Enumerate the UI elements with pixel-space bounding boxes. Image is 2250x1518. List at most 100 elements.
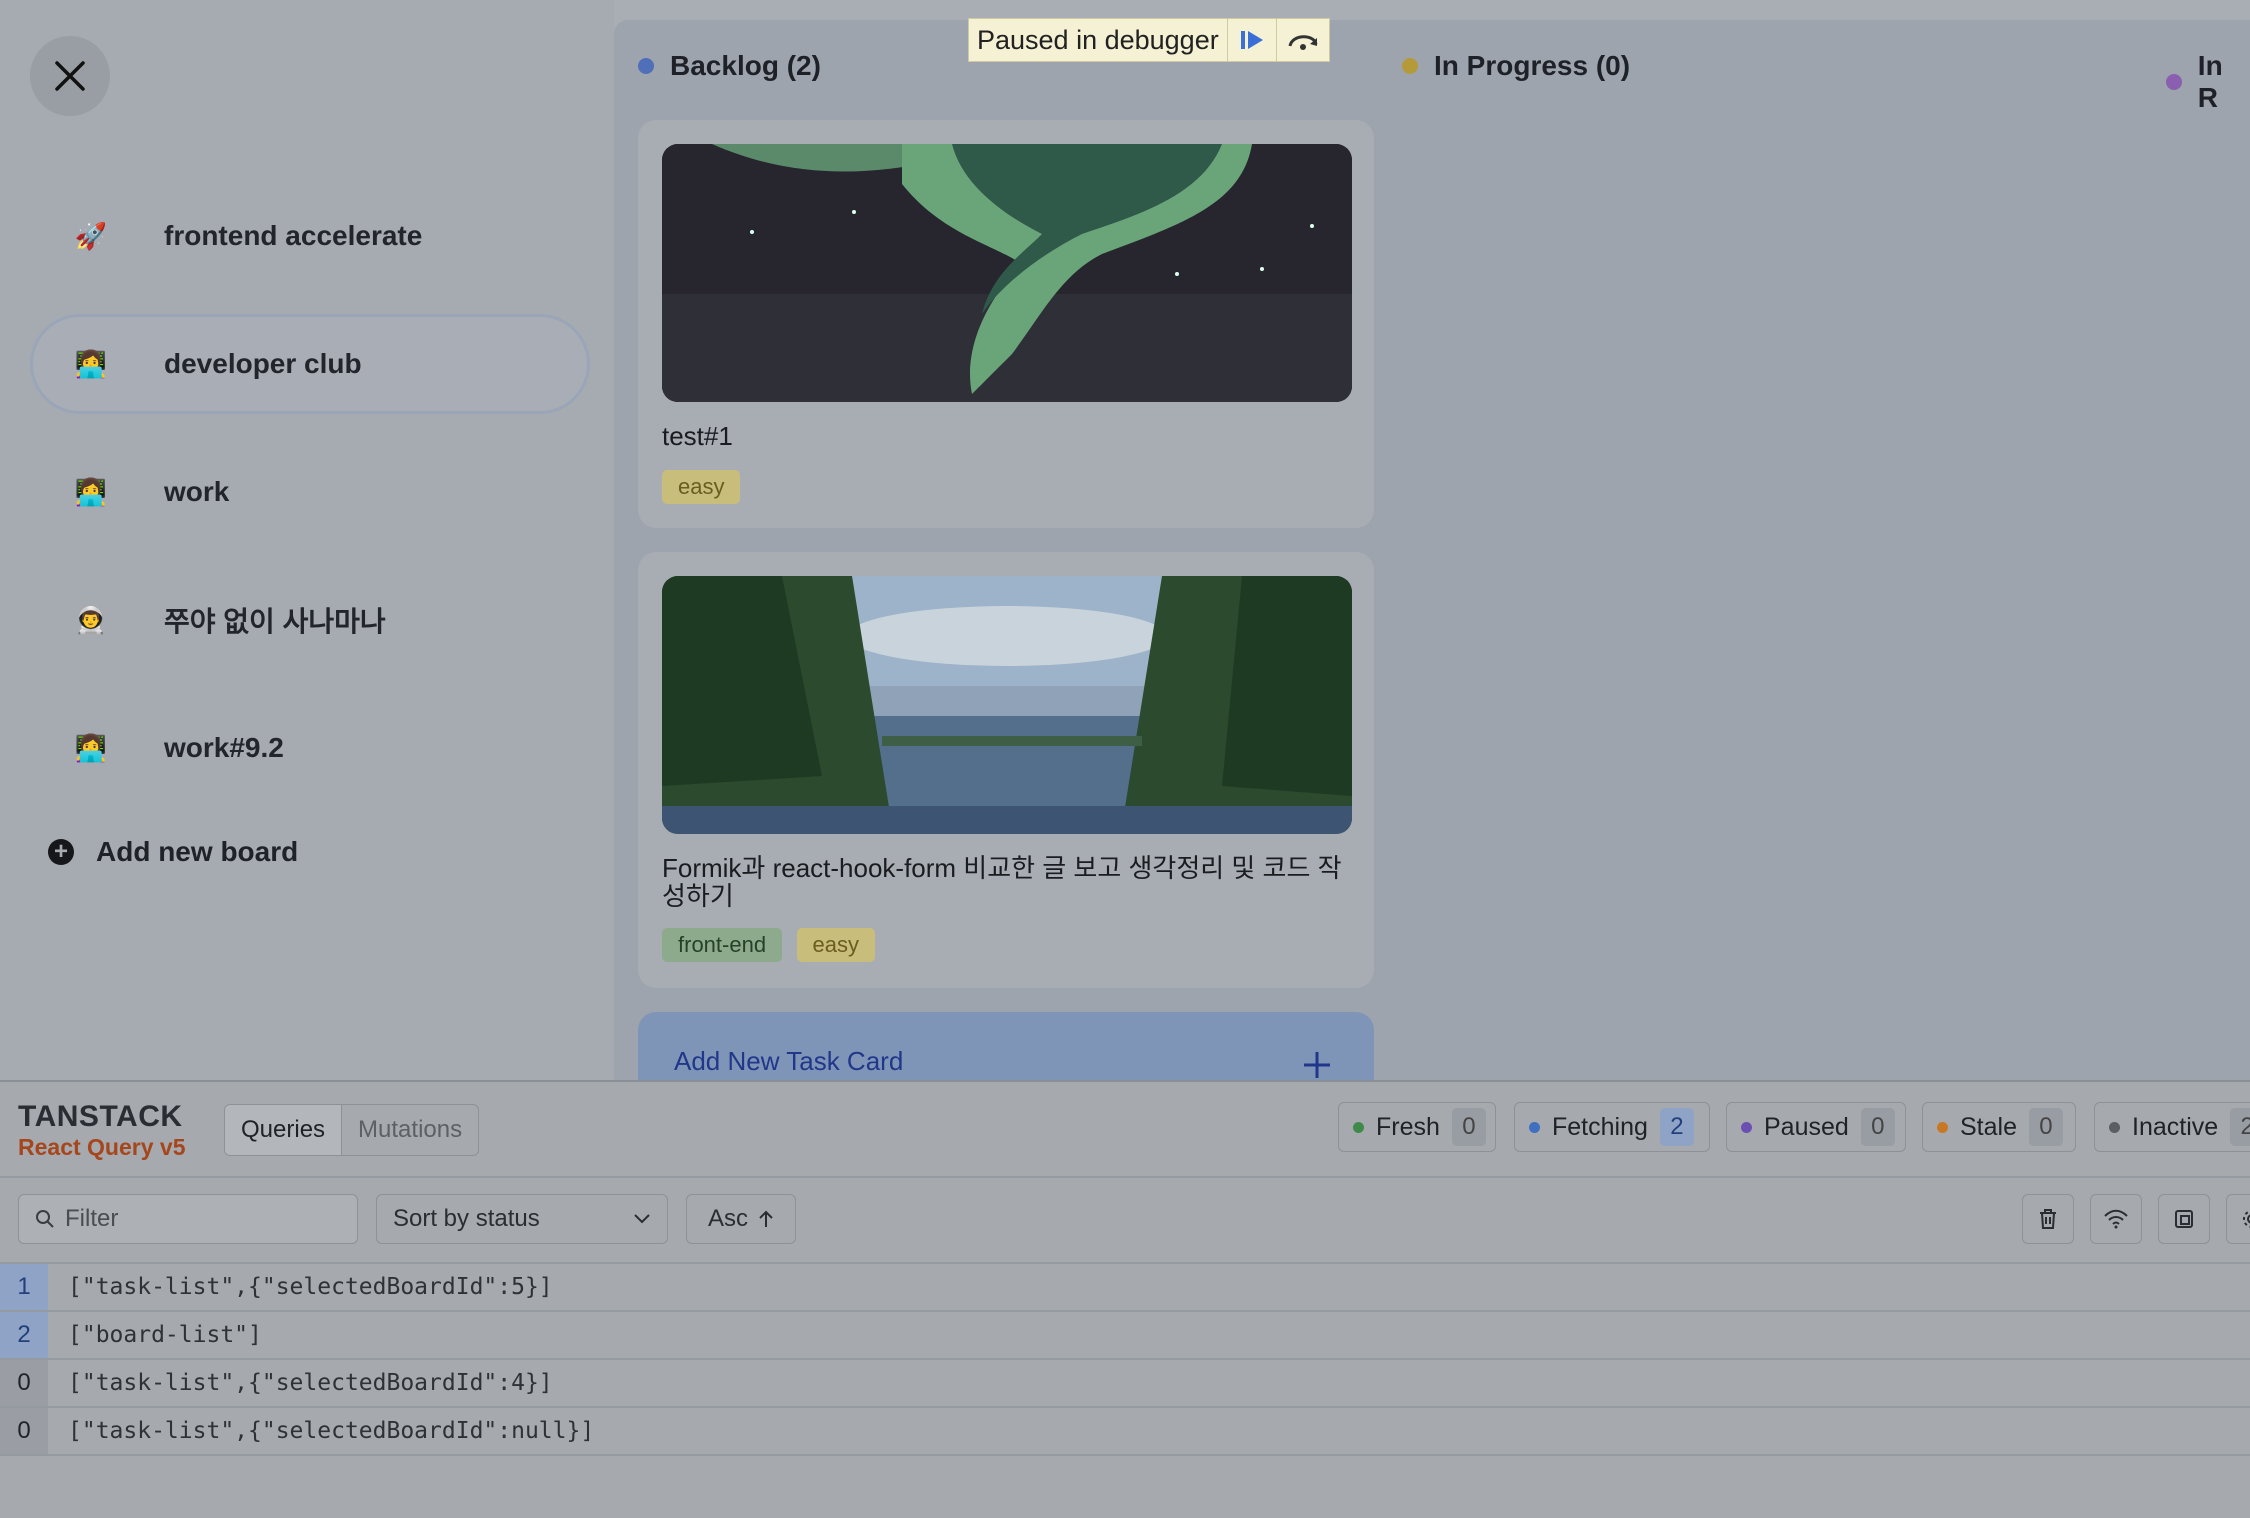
board-item-work[interactable]: 👩‍💻 work <box>30 442 590 542</box>
sort-order-button[interactable]: Asc <box>686 1194 796 1244</box>
resume-icon <box>1241 31 1263 49</box>
chip-label: Inactive <box>2132 1112 2219 1141</box>
gear-icon <box>2243 1210 2250 1228</box>
column-title: In Progress (0) <box>1434 50 1631 81</box>
clear-cache-button[interactable] <box>2022 1194 2074 1244</box>
offline-toggle-button[interactable] <box>2090 1194 2142 1244</box>
board-sidebar: 🚀 frontend accelerate 👩‍💻 developer club… <box>0 0 614 1080</box>
tab-queries[interactable]: Queries <box>225 1105 343 1155</box>
kanban-board: Backlog (2) In Progress (0) In R test#1 <box>614 20 2250 1082</box>
status-dot-icon <box>638 58 654 74</box>
tag-badge: front-end <box>662 928 783 962</box>
plus-icon <box>1304 1052 1330 1078</box>
add-board-button[interactable]: + Add new board <box>48 836 298 868</box>
react-query-devtools: TANSTACK React Query v5 Queries Mutation… <box>0 1080 2250 1518</box>
sort-order-label: Asc <box>707 1205 748 1232</box>
task-title: Formik과 react-hook-form 비교한 글 보고 생각정리 및 … <box>662 853 1342 911</box>
column-header-in-progress: In Progress (0) <box>1402 50 1630 82</box>
debugger-paused-bar: Paused in debugger <box>968 18 1330 62</box>
status-dot-icon <box>1402 58 1418 74</box>
add-task-label: Add New Task Card <box>674 1046 904 1076</box>
query-observer-count: 2 <box>0 1312 48 1358</box>
query-key: ["task-list",{"selectedBoardId":5}] <box>68 1274 553 1300</box>
plus-circle-icon: + <box>48 839 74 865</box>
debugger-label: Paused in debugger <box>977 24 1219 55</box>
chip-label: Paused <box>1764 1112 1849 1141</box>
step-over-button[interactable] <box>1276 19 1329 61</box>
query-row[interactable]: 2 ["board-list"] <box>0 1312 2250 1360</box>
board-item-korean-board[interactable]: 👨‍🚀 쭈야 없이 사나마나 <box>30 570 590 670</box>
board-emoji-icon: 👩‍💻 <box>74 732 108 763</box>
query-key: ["task-list",{"selectedBoardId":4}] <box>68 1370 553 1396</box>
board-name: 쭈야 없이 사나마나 <box>164 606 386 637</box>
board-name: work <box>164 476 230 507</box>
devtools-tabs: Queries Mutations <box>224 1104 480 1156</box>
query-row[interactable]: 1 ["task-list",{"selectedBoardId":5}] <box>0 1264 2250 1312</box>
status-chip-stale[interactable]: Stale 0 <box>1922 1102 2076 1152</box>
board-emoji-icon: 👩‍💻 <box>74 348 108 379</box>
column-title: Backlog (2) <box>670 50 821 81</box>
add-board-label: Add new board <box>96 836 299 867</box>
trash-icon <box>2040 1209 2056 1229</box>
chip-count: 2 <box>1659 1108 1694 1146</box>
window-icon <box>2175 1210 2193 1228</box>
query-row[interactable]: 0 ["task-list",{"selectedBoardId":null}] <box>0 1408 2250 1456</box>
board-emoji-icon: 👨‍🚀 <box>74 604 108 635</box>
board-name: frontend accelerate <box>164 220 423 251</box>
status-dot-icon <box>2166 74 2182 90</box>
query-key: ["task-list",{"selectedBoardId":null}] <box>68 1418 595 1444</box>
chip-count: 0 <box>1451 1108 1486 1146</box>
open-window-button[interactable] <box>2158 1194 2210 1244</box>
column-header-in-review: In R <box>2166 50 2250 114</box>
resume-button[interactable] <box>1227 19 1276 61</box>
settings-button[interactable] <box>2226 1194 2250 1244</box>
chip-count: 0 <box>2028 1108 2063 1146</box>
chip-label: Fresh <box>1376 1112 1440 1141</box>
wifi-icon <box>2104 1209 2128 1229</box>
add-task-card-button[interactable]: Add New Task Card <box>638 1012 1374 1082</box>
task-card[interactable]: Formik과 react-hook-form 비교한 글 보고 생각정리 및 … <box>638 552 1374 988</box>
chevron-down-icon <box>634 1214 650 1224</box>
board-emoji-icon: 🚀 <box>74 220 108 251</box>
status-chip-fresh[interactable]: Fresh 0 <box>1338 1102 1496 1152</box>
devtools-brand-subtitle: React Query v5 <box>18 1134 186 1160</box>
query-observer-count: 0 <box>0 1408 48 1454</box>
filter-placeholder: Filter <box>65 1205 119 1232</box>
tag-badge: easy <box>796 928 875 962</box>
status-dot-icon <box>1529 1121 1540 1133</box>
task-card[interactable]: test#1 easy <box>638 120 1374 528</box>
tag-badge: easy <box>662 470 741 504</box>
board-item-developer-club[interactable]: 👩‍💻 developer club <box>30 314 590 414</box>
sort-label: Sort by status <box>393 1205 540 1232</box>
close-button[interactable] <box>30 36 110 116</box>
task-cover-image <box>662 144 1352 402</box>
board-item-work-9-2[interactable]: 👩‍💻 work#9.2 <box>30 698 590 798</box>
status-dot-icon <box>2109 1121 2120 1133</box>
arrow-up-icon <box>759 1210 773 1227</box>
task-cover-image <box>662 576 1352 834</box>
close-icon <box>55 61 85 91</box>
status-dot-icon <box>1741 1121 1752 1133</box>
search-icon <box>36 1210 54 1228</box>
status-dot-icon <box>1353 1121 1364 1133</box>
query-observer-count: 1 <box>0 1264 48 1310</box>
task-tags: front-end easy <box>662 928 885 962</box>
board-item-frontend-accelerate[interactable]: 🚀 frontend accelerate <box>30 186 590 286</box>
status-chip-fetching[interactable]: Fetching 2 <box>1514 1102 1710 1152</box>
board-emoji-icon: 👩‍💻 <box>74 476 108 507</box>
column-header-backlog: Backlog (2) <box>638 50 821 82</box>
board-name: work#9.2 <box>164 732 284 763</box>
filter-input[interactable]: Filter <box>18 1194 358 1244</box>
task-title: test#1 <box>662 421 733 451</box>
query-row[interactable]: 0 ["task-list",{"selectedBoardId":4}] <box>0 1360 2250 1408</box>
task-tags: easy <box>662 470 750 504</box>
step-over-icon <box>1288 35 1318 50</box>
status-chip-paused[interactable]: Paused 0 <box>1726 1102 1906 1152</box>
status-chip-inactive[interactable]: Inactive 2 <box>2094 1102 2250 1152</box>
board-name: developer club <box>164 348 362 379</box>
tab-mutations[interactable]: Mutations <box>342 1105 478 1155</box>
query-observer-count: 0 <box>0 1360 48 1406</box>
sort-select[interactable]: Sort by status <box>376 1194 668 1244</box>
status-dot-icon <box>1937 1121 1948 1133</box>
chip-label: Stale <box>1960 1112 2017 1141</box>
